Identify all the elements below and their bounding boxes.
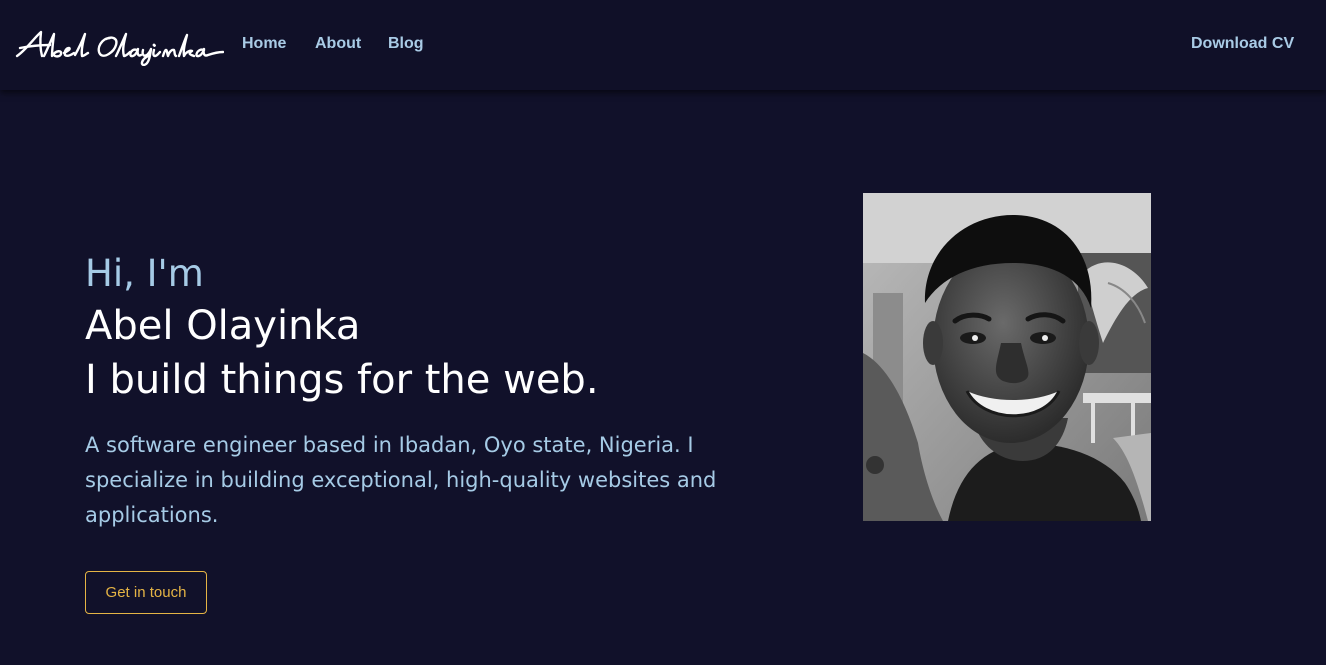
get-in-touch-button[interactable]: Get in touch xyxy=(85,571,207,614)
hero-name: Abel Olayinka xyxy=(85,303,361,349)
hero-tagline: I build things for the web. xyxy=(85,357,599,403)
logo-signature[interactable] xyxy=(14,26,225,67)
portrait-image xyxy=(863,193,1151,521)
nav-link-about[interactable]: About xyxy=(315,35,361,53)
hero-greeting: Hi, I'm xyxy=(85,252,204,295)
nav-link-blog[interactable]: Blog xyxy=(388,35,424,53)
hero-description: A software engineer based in Ibadan, Oyo… xyxy=(85,433,717,527)
download-cv-link[interactable]: Download CV xyxy=(1191,35,1294,53)
nav-link-home[interactable]: Home xyxy=(242,35,286,53)
navbar: Home About Blog Download CV xyxy=(0,0,1326,90)
